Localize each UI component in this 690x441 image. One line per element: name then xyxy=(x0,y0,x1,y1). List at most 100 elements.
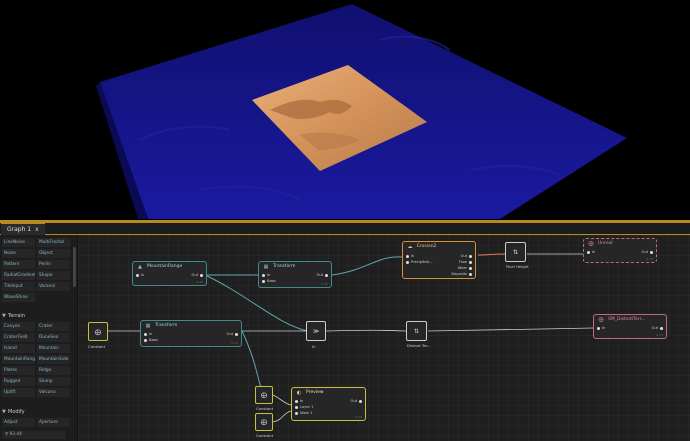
mask-port[interactable]: Mask 1 xyxy=(295,411,313,416)
library-item[interactable]: LineNoise xyxy=(2,238,35,247)
library-item[interactable]: Island xyxy=(2,344,35,353)
input-port[interactable]: In xyxy=(262,273,270,278)
node-title: Preview xyxy=(306,390,324,395)
library-item[interactable]: Plates xyxy=(2,366,35,375)
zoom-field[interactable]: ⚲ 93.44 xyxy=(2,431,66,439)
close-icon[interactable]: x xyxy=(35,226,39,233)
library-item[interactable]: CraterField xyxy=(2,333,35,342)
input-port[interactable]: In xyxy=(295,399,303,404)
library-item[interactable]: Voronoi xyxy=(37,282,70,291)
output-port[interactable]: Out xyxy=(460,254,472,259)
layer-port[interactable]: Layer 1 xyxy=(295,405,313,410)
flow-port[interactable]: Flow xyxy=(459,260,472,265)
wire xyxy=(331,256,403,276)
library-item[interactable]: WaveShine xyxy=(2,293,35,302)
precipitation-port[interactable]: Precipitati... xyxy=(406,260,432,265)
input-port[interactable]: In xyxy=(597,326,605,331)
output-port[interactable]: Out xyxy=(651,326,663,331)
input-port[interactable]: In xyxy=(136,273,144,278)
library-item[interactable]: RadialGradient xyxy=(2,271,35,280)
node-preview[interactable]: ◐ Preview In Layer 1 Mask 1 Out 0.15 xyxy=(291,387,366,421)
node-caption: Constant xyxy=(256,433,274,438)
node-constant-left[interactable]: ⨁ xyxy=(88,322,108,341)
library-item[interactable]: Shape xyxy=(37,271,70,280)
node-library-panel: LineNoise MultiFractal Noise Object Patt… xyxy=(0,235,78,441)
library-item[interactable]: MountainRange xyxy=(2,355,35,364)
library-item[interactable]: Object xyxy=(37,249,70,258)
tab-graph-1[interactable]: Graph 1x xyxy=(1,223,45,235)
node-title: Erosion2 xyxy=(417,244,437,249)
wire xyxy=(325,329,407,332)
node-transform-top[interactable]: ▦ Transform In Base Out 0.15 xyxy=(258,261,332,288)
output-port[interactable]: Out xyxy=(226,332,238,337)
tab-label: Graph 1 xyxy=(7,226,32,233)
output-port[interactable]: Out xyxy=(350,399,362,404)
node-title: Transform xyxy=(155,323,178,328)
library-item[interactable]: Aperture xyxy=(37,418,70,427)
node-unreal[interactable]: ⨁ Unreal In Out 0.15 xyxy=(583,238,657,263)
wire xyxy=(272,410,292,423)
wire xyxy=(477,253,506,256)
node-version: 0.15 xyxy=(321,282,328,286)
library-item[interactable]: DuneSea xyxy=(37,333,70,342)
terrain-viewport[interactable] xyxy=(0,0,690,220)
node-version: 0.15 xyxy=(196,280,203,284)
node-combine[interactable]: ≫ xyxy=(306,321,326,341)
node-version: 0.15 xyxy=(646,257,653,261)
library-item[interactable]: Slump xyxy=(37,377,70,386)
node-title: Unreal xyxy=(598,241,613,246)
node-constant-b[interactable]: ⨁ xyxy=(255,386,273,404)
node-constant-c[interactable]: ⨁ xyxy=(255,413,273,431)
node-caption: Final Height xyxy=(506,264,529,269)
base-port[interactable]: Base xyxy=(262,279,276,284)
node-distant-terrain[interactable]: ⇅ xyxy=(406,321,427,341)
node-mountain-range[interactable]: ▲ MountainRange In Out 0.15 xyxy=(132,261,207,286)
library-item[interactable]: Pattern xyxy=(2,260,35,269)
library-item[interactable]: Canyon xyxy=(2,322,35,331)
library-item[interactable]: MultiFractal xyxy=(37,238,70,247)
node-title: MountainRange xyxy=(147,264,183,269)
wire xyxy=(272,394,292,406)
wear-port[interactable]: Wear xyxy=(458,266,472,271)
node-version: 0.15 xyxy=(656,333,663,337)
output-port[interactable]: Out xyxy=(191,273,203,278)
deposits-port[interactable]: Deposits xyxy=(451,272,472,277)
library-item[interactable]: Rugged xyxy=(2,377,35,386)
input-port[interactable]: In xyxy=(406,254,414,259)
library-item[interactable]: Uplift xyxy=(2,388,35,397)
library-scrollbar[interactable] xyxy=(73,247,76,287)
node-sm-distant-terrain[interactable]: ⨁ SM_DistantTerr... In Out 0.15 xyxy=(593,314,667,339)
library-item[interactable]: Crater xyxy=(37,322,70,331)
terrain-render xyxy=(96,4,627,219)
node-graph-canvas[interactable]: ▲ MountainRange In Out 0.15 ▦ Transform … xyxy=(78,235,690,441)
library-item[interactable]: Ridge xyxy=(37,366,70,375)
node-caption: Distant Ter... xyxy=(407,343,431,348)
output-port[interactable]: Out xyxy=(316,273,328,278)
node-erosion[interactable]: ☁ Erosion2 In Precipitati... Out Flow We… xyxy=(402,241,476,279)
node-caption: Constant xyxy=(88,344,106,349)
base-port[interactable]: Base xyxy=(144,338,158,343)
graph-tab-bar: Graph 1x xyxy=(0,223,690,235)
output-port[interactable]: Out xyxy=(641,250,653,255)
node-title: Transform xyxy=(273,264,296,269)
input-port[interactable]: In xyxy=(587,250,595,255)
input-port[interactable]: In xyxy=(144,332,152,337)
library-item[interactable]: Volcano xyxy=(37,388,70,397)
node-transform-mid[interactable]: ▦ Transform In Base Out 0.15 xyxy=(140,320,242,347)
node-caption: Constant xyxy=(256,406,274,411)
library-item[interactable]: Noise xyxy=(2,249,35,258)
library-item[interactable]: Adjust xyxy=(2,418,35,427)
library-item[interactable]: MountainSide xyxy=(37,355,70,364)
library-item[interactable]: Perlin xyxy=(37,260,70,269)
node-caption: In xyxy=(312,344,316,349)
section-label: Terrain xyxy=(8,313,25,319)
wire xyxy=(427,327,594,332)
library-section-terrain[interactable]: ▼ Terrain xyxy=(2,312,74,321)
node-title: SM_DistantTerr... xyxy=(608,317,646,322)
library-section-modify[interactable]: ▼ Modify xyxy=(2,408,74,417)
node-final-height[interactable]: ⇅ xyxy=(505,242,526,262)
section-label: Modify xyxy=(8,409,25,415)
library-item[interactable]: Mountain xyxy=(37,344,70,353)
library-item[interactable]: TileInput xyxy=(2,282,35,291)
node-version: 0.15 xyxy=(355,415,362,419)
